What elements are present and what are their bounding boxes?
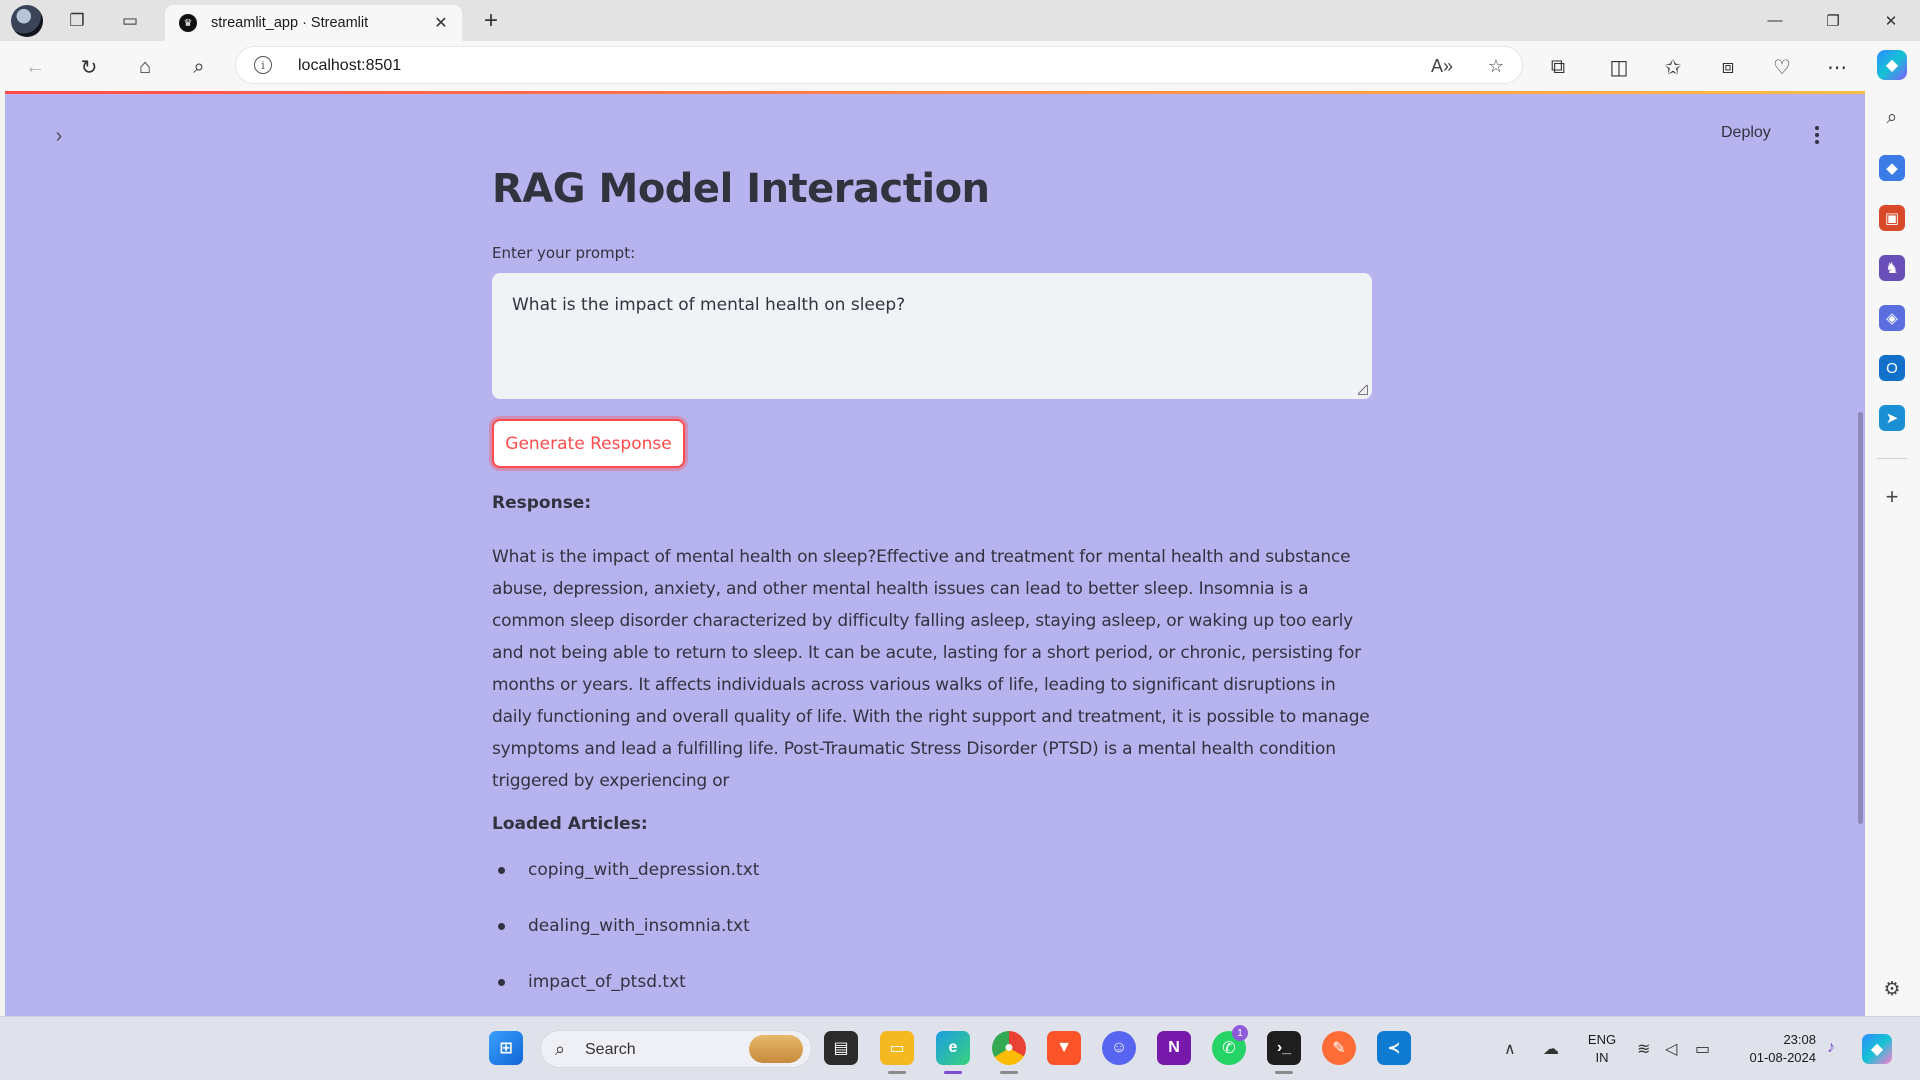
clock-date: 01-08-2024 <box>1749 1050 1817 1065</box>
add-sidebar-app-icon[interactable]: + <box>1879 484 1905 510</box>
task-view-icon[interactable]: ▤ <box>824 1031 858 1065</box>
streamlit-page: › Deploy RAG Model Interaction Enter you… <box>5 94 1865 1016</box>
notification-bell-icon[interactable]: ♪ <box>1827 1039 1835 1057</box>
windows-taskbar: ⊞ ⌕ Search ▤ ▭ e ● ▼ ☺ N ✆ 1 ›_ ✎ ≺ ∧ ☁ … <box>0 1016 1920 1080</box>
minimize-button[interactable]: — <box>1746 0 1804 41</box>
sidebar-expand-chevron-icon[interactable]: › <box>45 122 73 150</box>
browser-essentials-icon[interactable]: ♡ <box>1765 51 1799 83</box>
shopping-tag-icon[interactable]: ◆ <box>1879 155 1905 181</box>
site-info-icon[interactable]: i <box>254 56 272 74</box>
read-aloud-icon[interactable]: A» <box>1428 53 1456 79</box>
profile-avatar-icon[interactable] <box>11 5 43 37</box>
drop-send-icon[interactable]: ➤ <box>1879 405 1905 431</box>
vertical-tabs-icon[interactable]: ▭ <box>115 6 145 36</box>
onedrive-cloud-icon[interactable]: ☁ <box>1543 1039 1559 1059</box>
search-icon: ⌕ <box>555 1039 566 1059</box>
favorites-icon[interactable]: ✩ <box>1656 51 1690 83</box>
volume-icon[interactable]: ◁ <box>1665 1039 1677 1059</box>
main-menu-icon[interactable] <box>1805 120 1829 150</box>
terminal-icon[interactable]: ›_ <box>1267 1031 1301 1065</box>
maximize-button[interactable]: ❐ <box>1804 0 1862 41</box>
extensions-icon[interactable]: ⧉ <box>1541 51 1575 83</box>
brave-browser-icon[interactable]: ▼ <box>1047 1031 1081 1065</box>
outlook-icon[interactable]: O <box>1879 355 1905 381</box>
response-text: What is the impact of mental health on s… <box>492 547 1370 791</box>
deploy-button[interactable]: Deploy <box>1721 124 1771 142</box>
region-code: IN <box>1595 1050 1609 1065</box>
sidebar-settings-gear-icon[interactable]: ⚙ <box>1879 976 1905 1002</box>
vscode-icon[interactable]: ≺ <box>1377 1031 1411 1065</box>
list-item: dealing_with_insomnia.txt <box>492 910 759 966</box>
tab-streamlit-app[interactable]: ♛ streamlit_app · Streamlit ✕ <box>165 5 462 41</box>
list-item: coping_with_depression.txt <box>492 854 759 910</box>
favorite-star-icon[interactable]: ☆ <box>1482 53 1510 79</box>
tab-title: streamlit_app · Streamlit <box>211 15 369 31</box>
split-screen-icon[interactable]: ◫ <box>1602 51 1636 83</box>
prompt-value: What is the impact of mental health on s… <box>512 295 906 315</box>
loaded-articles-label: Loaded Articles: <box>492 814 648 834</box>
collections-icon[interactable]: ⧈ <box>1711 51 1745 83</box>
edge-sidebar: ⌕ ◆ ▣ ♞ ◈ O ➤ + ⚙ <box>1865 91 1920 1016</box>
tools-briefcase-icon[interactable]: ▣ <box>1879 205 1905 231</box>
url-text[interactable]: localhost:8501 <box>298 57 401 75</box>
list-item: impact_of_ptsd.txt <box>492 966 759 1016</box>
chrome-icon[interactable]: ● <box>992 1031 1026 1065</box>
back-arrow-icon[interactable]: ← <box>18 51 52 83</box>
workspaces-icon[interactable]: ❐ <box>62 6 92 36</box>
app-running-indicator <box>888 1071 906 1074</box>
prompt-textarea[interactable]: What is the impact of mental health on s… <box>492 273 1372 399</box>
copilot-icon[interactable]: ◆ <box>1877 50 1907 80</box>
search-icon[interactable]: ⌕ <box>182 51 216 83</box>
sidebar-search-icon[interactable]: ⌕ <box>1879 105 1905 131</box>
wifi-icon[interactable]: ≋ <box>1637 1039 1650 1059</box>
articles-list: coping_with_depression.txt dealing_with_… <box>492 854 759 1016</box>
discord-icon[interactable]: ☺ <box>1102 1031 1136 1065</box>
games-icon[interactable]: ♞ <box>1879 255 1905 281</box>
file-explorer-icon[interactable]: ▭ <box>880 1031 914 1065</box>
browser-toolbar: ← ↻ ⌂ ⌕ i localhost:8501 A» ☆ ⧉ ◫ ✩ ⧈ ♡ … <box>0 41 1920 91</box>
response-label: Response: <box>492 493 592 513</box>
app-running-indicator <box>1275 1071 1293 1074</box>
taskbar-search-label: Search <box>585 1041 636 1058</box>
clock-time: 23:08 <box>1783 1032 1816 1047</box>
edge-browser-icon[interactable]: e <box>936 1031 970 1065</box>
show-hidden-icons-chevron-icon[interactable]: ∧ <box>1504 1039 1516 1059</box>
new-tab-button[interactable]: + <box>476 6 506 36</box>
windows-start-icon[interactable]: ⊞ <box>489 1031 523 1065</box>
app-running-indicator <box>1000 1071 1018 1074</box>
sidebar-divider <box>1877 458 1907 459</box>
battery-icon[interactable]: ▭ <box>1695 1039 1710 1059</box>
resize-handle-icon[interactable] <box>1358 385 1368 395</box>
page-scrollbar[interactable] <box>1858 412 1863 824</box>
close-window-button[interactable]: ✕ <box>1862 0 1920 41</box>
tab-close-icon[interactable]: ✕ <box>430 12 452 34</box>
clock[interactable]: 23:08 01-08-2024 <box>1728 1031 1817 1067</box>
browser-titlebar: ❐ ▭ ♛ streamlit_app · Streamlit ✕ + — ❐ … <box>0 0 1920 41</box>
microsoft-365-icon[interactable]: ◈ <box>1879 305 1905 331</box>
prompt-label: Enter your prompt: <box>492 244 636 262</box>
home-icon[interactable]: ⌂ <box>128 51 162 83</box>
app-active-indicator <box>944 1071 962 1074</box>
more-menu-icon[interactable]: ⋯ <box>1820 51 1854 83</box>
language-indicator[interactable]: ENG IN <box>1582 1031 1622 1067</box>
address-bar[interactable]: i localhost:8501 A» ☆ <box>235 46 1523 84</box>
generate-response-button[interactable]: Generate Response <box>492 419 685 468</box>
page-title: RAG Model Interaction <box>492 166 990 212</box>
postman-icon[interactable]: ✎ <box>1322 1031 1356 1065</box>
onenote-icon[interactable]: N <box>1157 1031 1191 1065</box>
taskbar-search-box[interactable]: ⌕ Search <box>540 1030 812 1068</box>
copilot-taskbar-icon[interactable]: ◆ <box>1862 1034 1892 1064</box>
refresh-icon[interactable]: ↻ <box>72 51 106 83</box>
search-highlight-icon <box>749 1035 803 1063</box>
streamlit-favicon-icon: ♛ <box>179 14 197 32</box>
whatsapp-notification-badge: 1 <box>1232 1025 1248 1041</box>
language-code: ENG <box>1587 1032 1617 1047</box>
